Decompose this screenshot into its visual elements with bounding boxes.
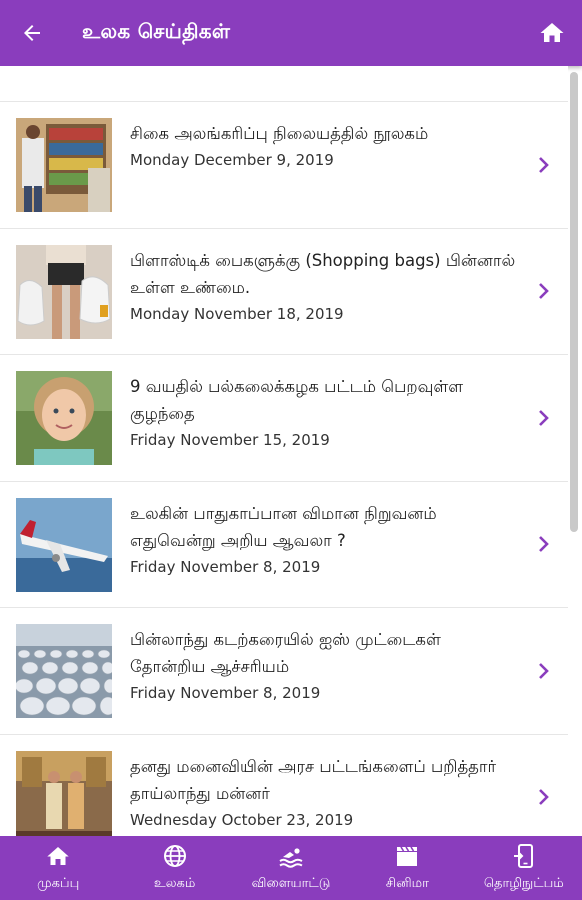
arrow-left-icon [24,25,40,41]
news-headline: பிளாஸ்டிக் பைகளுக்கு (Shopping bags) பின… [130,250,516,297]
news-list-item[interactable]: 9 வயதில் பல்கலைக்கழக பட்டம் பெறவுள்ள குழ… [0,355,568,482]
news-list-item[interactable]: பிளாஸ்டிக் பைகளுக்கு (Shopping bags) பின… [0,229,568,355]
news-thumbnail [16,118,112,212]
chevron-right-icon [539,156,549,173]
news-list: சிகை அலங்கரிப்பு நிலையத்தில் நூலகம் Mond… [0,66,568,836]
news-date: Friday November 8, 2019 [130,684,321,702]
chevron-right-icon [539,536,549,553]
page-title: உலக செய்திகள் [82,19,231,43]
clapperboard-icon [397,846,418,866]
news-list-item[interactable]: உலகின் பாதுகாப்பான விமான நிறுவனம் எதுவென… [0,482,568,608]
news-list-item[interactable]: சிகை அலங்கரிப்பு நிலையத்தில் நூலகம் Mond… [0,102,568,229]
chevron-right-icon [539,662,549,679]
news-thumbnail [16,371,112,465]
news-list-item[interactable]: பின்லாந்து கடற்கரையில் ஐஸ் முட்டைகள் தோன… [0,608,568,735]
bottom-navigation: முகப்பு உலகம் விளையாட்டு சினிமா தொழிநுட்… [0,836,582,900]
airplane-photo [16,497,112,592]
home-icon [540,23,564,42]
barber-library-photo [16,118,112,212]
phone-tech-icon [513,844,533,868]
news-thumbnail [16,750,112,836]
ice-eggs-beach-photo [16,624,112,718]
nav-item-home[interactable]: முகப்பு [0,836,116,900]
news-date: Friday November 8, 2019 [130,557,321,576]
news-date: Friday November 15, 2019 [130,431,330,449]
globe-icon [163,845,186,867]
news-thumbnail [16,497,112,592]
news-headline: 9 வயதில் பல்கலைக்கழக பட்டம் பெறவுள்ள குழ… [130,377,464,423]
nav-label: உலகம் [153,876,196,891]
news-list-item[interactable]: தனது மனைவியின் அரச பட்டங்களைப் பறித்தார்… [0,735,568,836]
shopping-bags-photo [16,244,112,339]
chevron-right-icon [539,789,549,806]
nav-item-technology[interactable]: தொழிநுட்பம் [466,836,582,900]
nav-label: முகப்பு [37,876,80,891]
app-bar: உலக செய்திகள் [0,0,582,66]
nav-label: தொழிநுட்பம் [483,876,564,891]
home-icon [47,847,69,865]
chevron-right-icon [539,283,549,300]
nav-label: விளையாட்டு [251,876,331,891]
news-headline: உலகின் பாதுகாப்பான விமான நிறுவனம் எதுவென… [130,503,437,550]
news-date: Monday November 18, 2019 [130,304,344,323]
nav-label: சினிமா [385,876,429,891]
news-date: Wednesday October 23, 2019 [130,810,354,829]
list-header-gap [0,66,568,102]
news-headline: தனது மனைவியின் அரச பட்டங்களைப் பறித்தார்… [130,756,497,803]
nav-item-world[interactable]: உலகம் [116,836,232,900]
news-date: Monday December 9, 2019 [130,151,334,169]
news-thumbnail [16,244,112,339]
news-thumbnail [16,624,112,718]
scrollbar[interactable] [570,72,578,532]
news-headline: பின்லாந்து கடற்கரையில் ஐஸ் முட்டைகள் தோன… [130,630,441,676]
nav-item-cinema[interactable]: சினிமா [349,836,465,900]
chevron-right-icon [539,409,549,426]
home-button[interactable] [538,19,566,47]
news-headline: சிகை அலங்கரிப்பு நிலையத்தில் நூலகம் [130,124,429,143]
thai-royals-photo [16,750,112,836]
child-portrait-photo [16,371,112,465]
back-button[interactable] [18,19,46,47]
nav-item-sports[interactable]: விளையாட்டு [233,836,349,900]
swimmer-icon [279,848,303,868]
